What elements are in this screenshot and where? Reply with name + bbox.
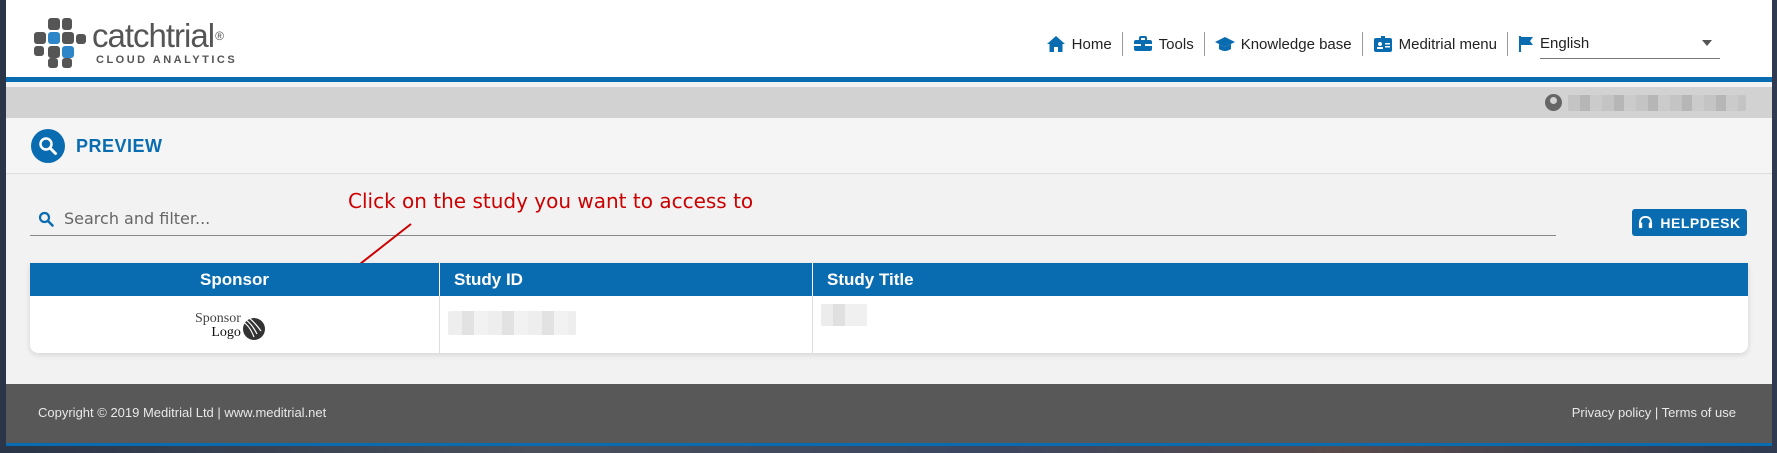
catchtrial-logo[interactable]: catchtrial® CLOUD ANALYTICS (34, 18, 237, 68)
page-title-bar: PREVIEW (6, 118, 1772, 174)
top-header: catchtrial® CLOUD ANALYTICS Home Tools K… (6, 0, 1772, 82)
toolbox-icon (1133, 36, 1152, 51)
study-id-redacted (448, 311, 576, 335)
home-icon (1046, 36, 1065, 52)
nav-meditrial-menu[interactable]: Meditrial menu (1363, 32, 1508, 56)
page-title: PREVIEW (76, 136, 163, 156)
search-bar (30, 202, 1556, 236)
study-title-redacted (821, 304, 867, 326)
terms-of-use-link[interactable]: Terms of use (1662, 405, 1736, 420)
logo-subtitle: CLOUD ANALYTICS (96, 54, 238, 66)
nav-knowledge-base-label: Knowledge base (1240, 35, 1352, 53)
sponsor-logo-line1: Sponsor (195, 311, 241, 326)
nav-knowledge-base[interactable]: Knowledge base (1205, 32, 1363, 56)
footer: Copyright © 2019 Meditrial Ltd | www.med… (6, 384, 1772, 446)
nav-home[interactable]: Home (1036, 32, 1123, 56)
main-nav: Home Tools Knowledge base Meditrial menu… (1036, 29, 1720, 59)
column-header-sponsor[interactable]: Sponsor (30, 263, 440, 296)
search-icon (38, 211, 54, 227)
nav-home-label: Home (1071, 35, 1112, 53)
flag-icon (1519, 36, 1533, 52)
sponsor-logo-mark-icon (240, 314, 265, 340)
chevron-down-icon (1702, 40, 1712, 46)
search-icon (31, 129, 65, 163)
graduation-cap-icon (1214, 37, 1235, 51)
table-header: Sponsor Study ID Study Title (30, 263, 1748, 296)
copyright-text: Copyright © 2019 Meditrial Ltd | www.med… (38, 405, 327, 420)
language-dropdown[interactable]: English (1540, 29, 1720, 59)
cell-study-title[interactable] (813, 296, 1748, 353)
nav-meditrial-menu-label: Meditrial menu (1398, 35, 1497, 53)
user-name-redacted[interactable] (1568, 95, 1746, 111)
sponsor-logo-line2: Logo (211, 325, 241, 340)
language-selector: English (1508, 29, 1720, 59)
nav-tools-label: Tools (1158, 35, 1194, 53)
sponsor-logo: Sponsor Logo (195, 310, 267, 342)
cell-study-id[interactable] (440, 296, 813, 353)
privacy-policy-link[interactable]: Privacy policy (1572, 405, 1651, 420)
legal-links: Privacy policy | Terms of use (1572, 405, 1736, 420)
instruction-annotation: Click on the study you want to access to (348, 189, 754, 213)
cell-sponsor[interactable]: Sponsor Logo (30, 296, 440, 353)
logo-wordmark: catchtrial® (92, 17, 224, 54)
column-header-study-title[interactable]: Study Title (813, 263, 1748, 296)
nav-tools[interactable]: Tools (1123, 32, 1205, 56)
id-card-icon (1373, 36, 1392, 52)
column-header-study-id[interactable]: Study ID (440, 263, 813, 296)
user-circle-icon[interactable] (1545, 94, 1562, 111)
headset-icon (1639, 215, 1653, 229)
user-bar (6, 87, 1772, 118)
logo-mark-icon (34, 18, 88, 68)
app-window: catchtrial® CLOUD ANALYTICS Home Tools K… (6, 0, 1772, 446)
studies-table: Sponsor Study ID Study Title Sponsor Log… (30, 263, 1748, 353)
language-selected-value: English (1540, 35, 1590, 52)
table-row[interactable]: Sponsor Logo (30, 296, 1748, 353)
helpdesk-label: HELPDESK (1660, 214, 1741, 231)
legal-separator: | (1651, 405, 1662, 420)
helpdesk-button[interactable]: HELPDESK (1632, 209, 1747, 236)
